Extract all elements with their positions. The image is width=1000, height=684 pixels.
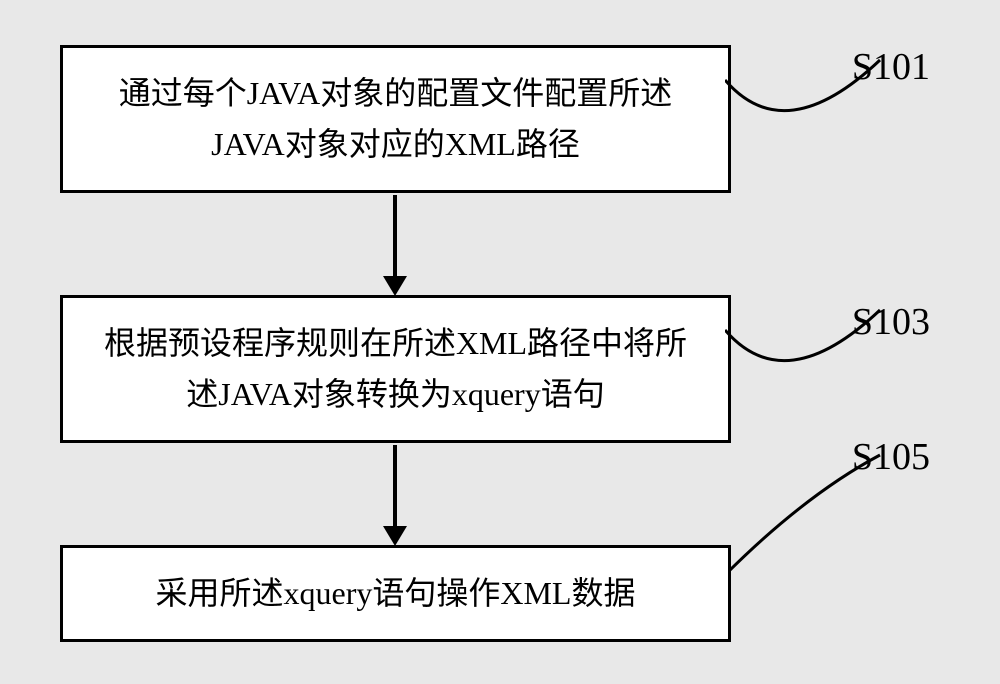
connector-curve-2 (725, 300, 885, 380)
connector-curve-3 (725, 445, 885, 590)
arrow-1-line (393, 195, 397, 280)
arrow-2-line (393, 445, 397, 530)
arrow-2-head (383, 526, 407, 546)
step-1-text: 通过每个JAVA对象的配置文件配置所述JAVA对象对应的XML路径 (119, 75, 673, 162)
flowchart-step-2: 根据预设程序规则在所述XML路径中将所述JAVA对象转换为xquery语句 (60, 295, 731, 443)
step-2-text: 根据预设程序规则在所述XML路径中将所述JAVA对象转换为xquery语句 (104, 325, 687, 412)
flowchart-container: 通过每个JAVA对象的配置文件配置所述JAVA对象对应的XML路径 S101 根… (0, 0, 1000, 60)
arrow-1-head (383, 276, 407, 296)
step-3-text: 采用所述xquery语句操作XML数据 (156, 575, 636, 611)
connector-curve-1 (725, 50, 885, 130)
flowchart-step-3: 采用所述xquery语句操作XML数据 (60, 545, 731, 642)
flowchart-step-1: 通过每个JAVA对象的配置文件配置所述JAVA对象对应的XML路径 (60, 45, 731, 193)
